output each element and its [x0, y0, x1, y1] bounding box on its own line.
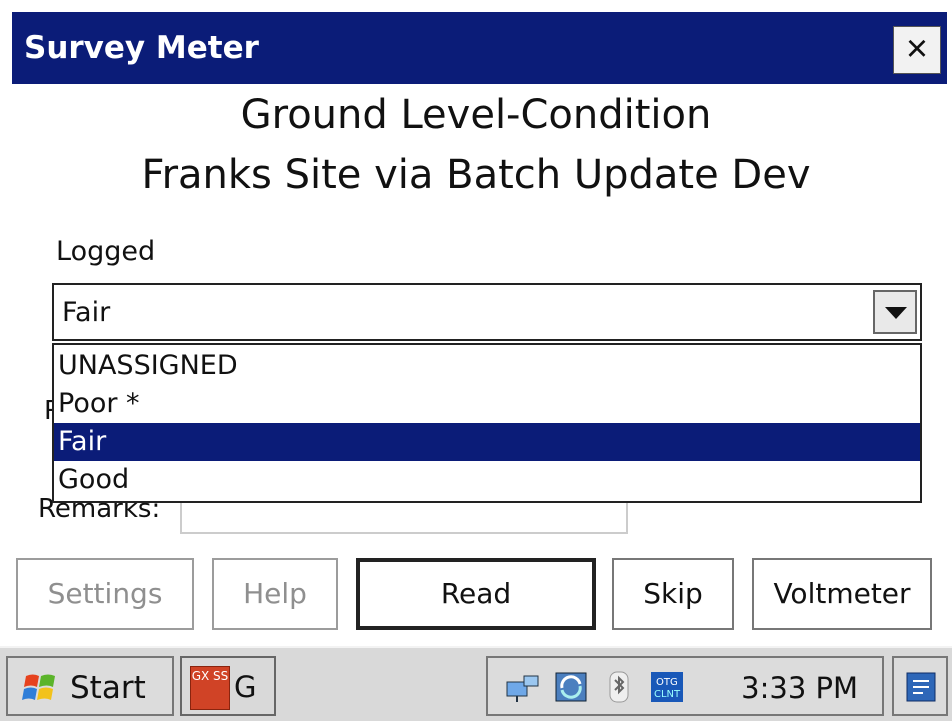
svg-text:OTG: OTG	[656, 677, 678, 688]
logged-selected-value: Fair	[62, 297, 111, 328]
heading-line-2: Franks Site via Batch Update Dev	[141, 152, 811, 198]
show-desktop-button[interactable]	[892, 656, 948, 716]
taskbar-app-button[interactable]: GX SS G	[180, 656, 276, 716]
windows-logo-icon	[22, 674, 55, 700]
read-button[interactable]: Read	[356, 558, 596, 630]
logged-combobox[interactable]: Fair	[52, 283, 922, 341]
network-icon[interactable]	[504, 668, 542, 706]
chevron-down-icon	[885, 307, 907, 319]
desktop-icon	[906, 672, 936, 702]
start-button[interactable]: Start	[6, 656, 174, 716]
voltmeter-button[interactable]: Voltmeter	[752, 558, 932, 630]
window-title: Survey Meter	[24, 30, 259, 66]
remarks-input[interactable]	[180, 498, 628, 534]
otg-client-icon[interactable]: OTG CLNT	[648, 668, 686, 706]
logged-dropdown-list: UNASSIGNED Poor * Fair Good	[52, 343, 922, 503]
help-button[interactable]: Help	[212, 558, 338, 630]
start-label: Start	[70, 670, 146, 706]
skip-button[interactable]: Skip	[612, 558, 734, 630]
heading-line-1: Ground Level-Condition	[240, 92, 712, 138]
bluetooth-icon[interactable]	[600, 668, 638, 706]
dropdown-option-poor[interactable]: Poor *	[54, 385, 920, 423]
dropdown-toggle-button[interactable]	[873, 290, 917, 334]
system-tray: OTG CLNT 3:33 PM	[486, 656, 884, 716]
top-border	[0, 0, 952, 10]
app-icon: GX SS	[190, 666, 230, 710]
logged-label: Logged	[56, 236, 156, 267]
close-button[interactable]: ×	[893, 26, 941, 74]
settings-button[interactable]: Settings	[16, 558, 194, 630]
taskbar: Start GX SS G OTG CLNT 3:33 PM	[0, 646, 952, 721]
svg-text:CLNT: CLNT	[654, 689, 681, 700]
taskbar-app-label: G	[234, 670, 257, 704]
window-titlebar: Survey Meter ×	[12, 12, 947, 84]
dropdown-option-good[interactable]: Good	[54, 461, 920, 499]
dropdown-option-unassigned[interactable]: UNASSIGNED	[54, 347, 920, 385]
clock[interactable]: 3:33 PM	[741, 671, 858, 705]
sync-icon[interactable]	[552, 668, 590, 706]
dropdown-option-fair[interactable]: Fair	[54, 423, 920, 461]
